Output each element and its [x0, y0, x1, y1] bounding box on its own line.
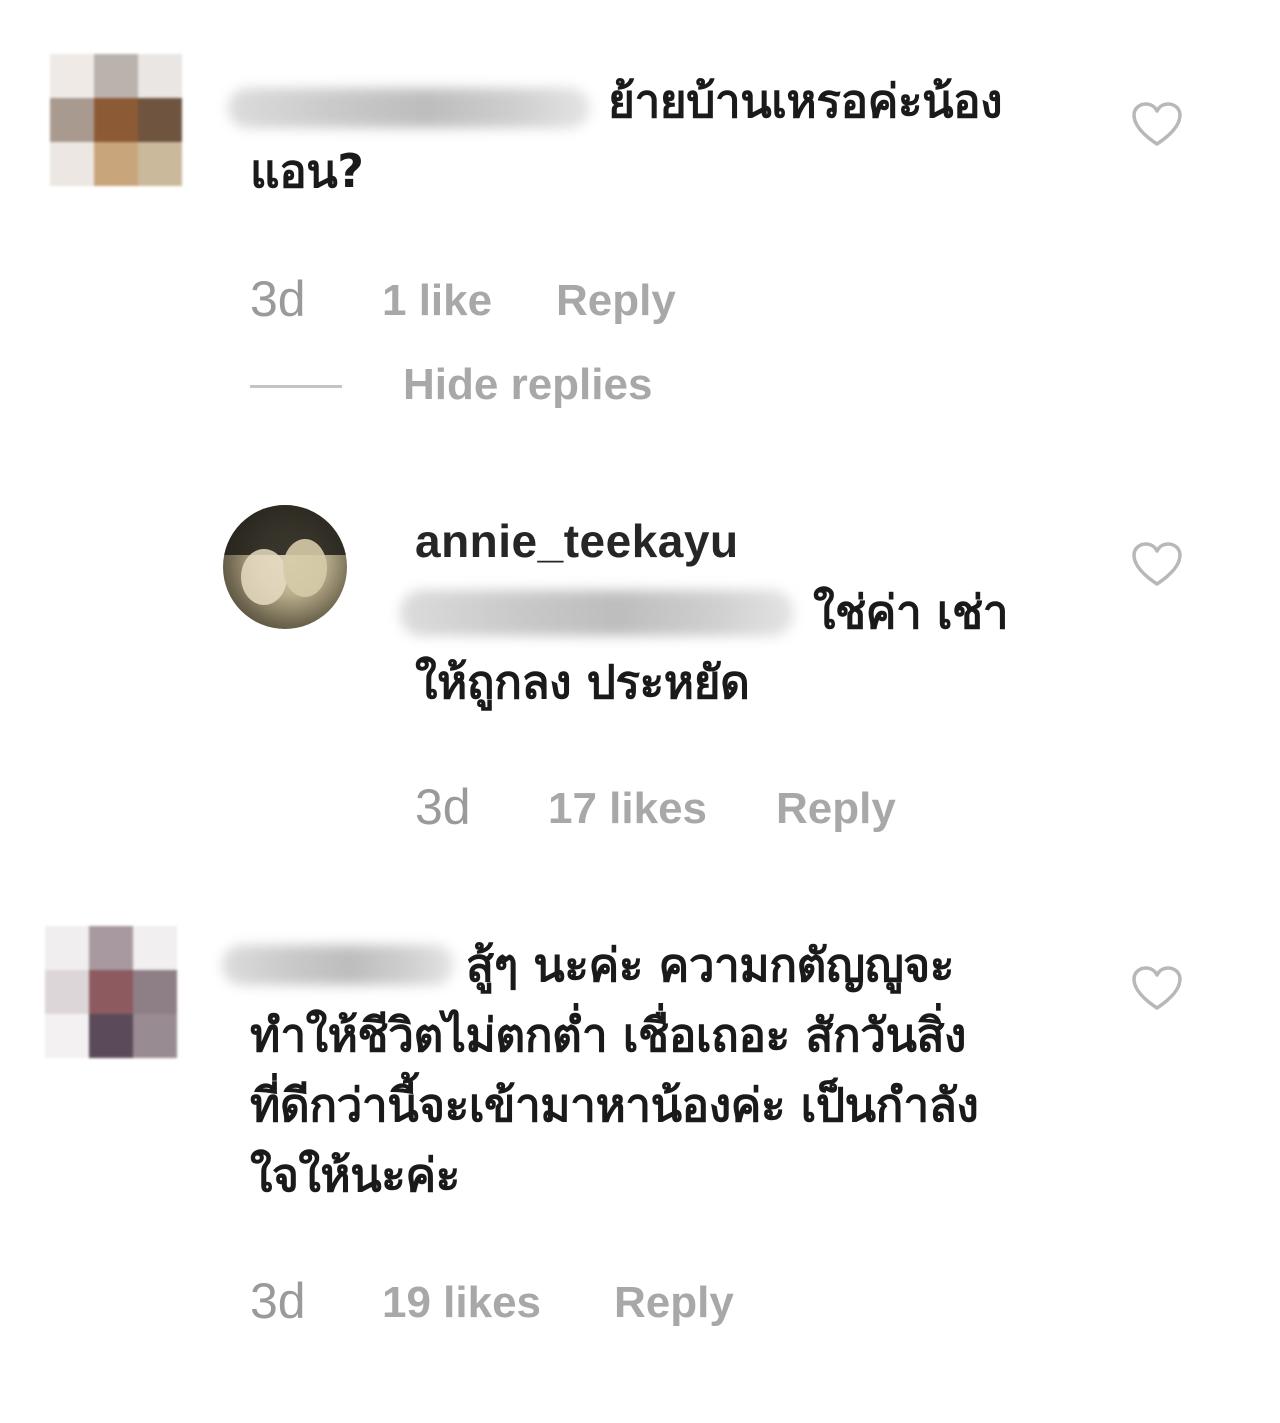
avatar[interactable] — [45, 926, 177, 1058]
reply-button[interactable]: Reply — [556, 276, 676, 326]
avatar[interactable] — [50, 54, 182, 186]
like-count[interactable]: 17 likes — [548, 784, 707, 834]
like-count[interactable]: 1 like — [382, 276, 492, 326]
reply-text: ใช่ค่า เช่า ให้ถูกลง ประหยัด — [415, 577, 1009, 717]
reply-button[interactable]: Reply — [614, 1278, 734, 1328]
comment-text-line: ย้ายบ้านเหรอค่ะน้อง — [608, 74, 1003, 128]
username[interactable]: annie_teekayu — [415, 514, 739, 568]
heart-icon[interactable] — [1131, 542, 1183, 588]
comment-text-line: ใจให้นะค่ะ — [250, 1148, 460, 1202]
comment-time: 3d — [250, 271, 306, 327]
comment-text-line: ให้ถูกลง ประหยัด — [415, 655, 750, 709]
like-count[interactable]: 19 likes — [382, 1278, 541, 1328]
reply-button[interactable]: Reply — [776, 784, 896, 834]
comment-text-line: ใช่ค่า เช่า — [813, 585, 1009, 639]
comment-text-line: ทำให้ชีวิตไม่ตกต่ำ เชื่อเถอะ สักวันสิ่ง — [250, 1008, 967, 1062]
avatar[interactable] — [223, 505, 347, 629]
comment-text-line: ที่ดีกว่านี้จะเข้ามาหาน้องค่ะ เป็นกำลัง — [250, 1078, 979, 1132]
comment-text: ย้ายบ้านเหรอค่ะน้อง แอน? — [250, 66, 1003, 206]
comment-time: 3d — [415, 779, 471, 835]
heart-icon[interactable] — [1131, 966, 1183, 1012]
comment-time: 3d — [250, 1273, 306, 1329]
heart-icon[interactable] — [1131, 102, 1183, 148]
hide-replies-button[interactable]: Hide replies — [403, 360, 652, 410]
comment-text-line: สู้ๆ นะค่ะ ความกตัญญูจะ — [466, 938, 954, 992]
comment-text: สู้ๆ นะค่ะ ความกตัญญูจะ ทำให้ชีวิตไม่ตกต… — [250, 930, 979, 1210]
comment-text-line: แอน? — [250, 144, 364, 198]
hide-replies-divider — [250, 385, 342, 388]
